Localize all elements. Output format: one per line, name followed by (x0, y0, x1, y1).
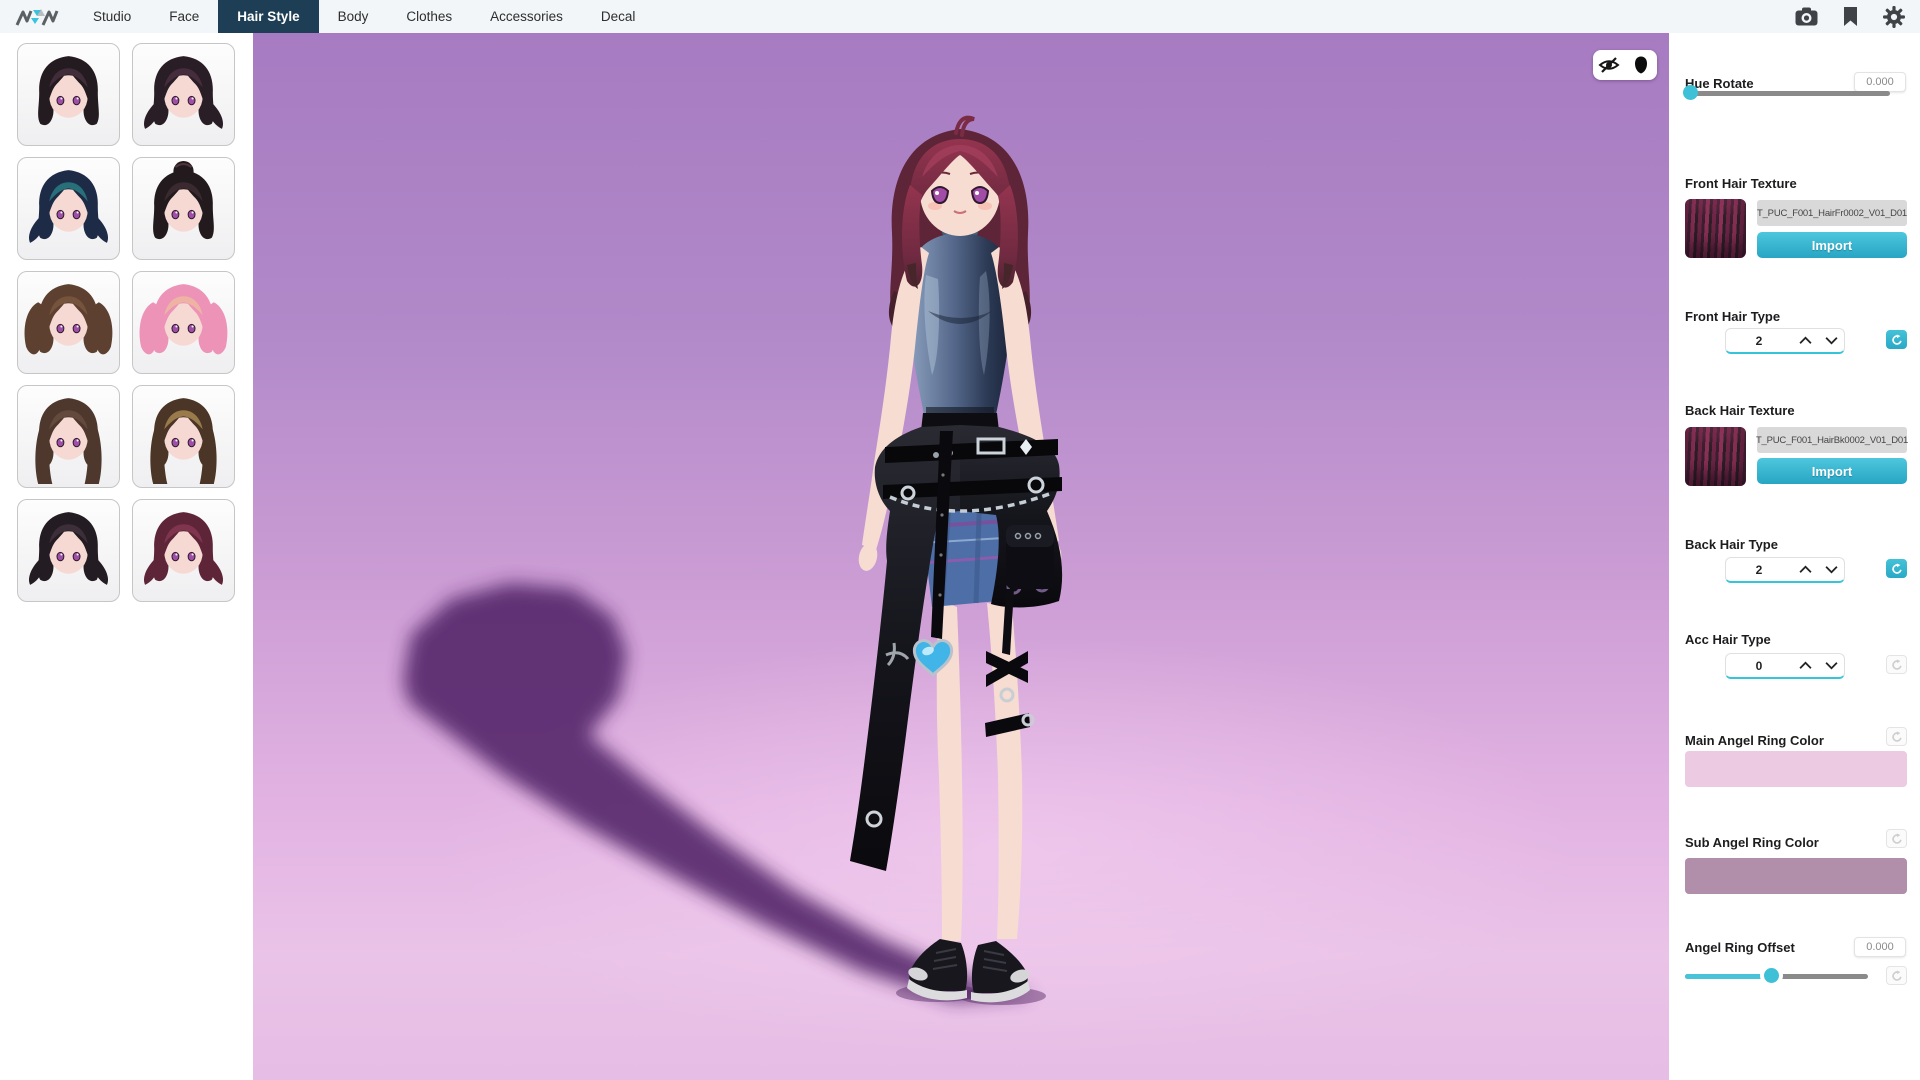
front-hair-import-button[interactable]: Import (1757, 232, 1907, 258)
nav-tab-hair-style[interactable]: Hair Style (218, 0, 318, 33)
hair-style-thumb-black-shag[interactable] (17, 499, 120, 602)
nav-tab-decal[interactable]: Decal (582, 0, 655, 33)
hair-style-thumb-brown-long-straight[interactable] (17, 385, 120, 488)
front-hair-texture-label: Front Hair Texture (1685, 176, 1797, 191)
hair-style-preview (18, 500, 119, 601)
front-hair-texture-thumbnail[interactable] (1685, 199, 1746, 258)
hair-style-thumb-burgundy-shag[interactable] (132, 499, 235, 602)
angel-ring-offset-handle[interactable] (1764, 968, 1779, 983)
hair-style-preview (133, 272, 234, 373)
main-angel-ring-color-label: Main Angel Ring Color (1685, 733, 1824, 748)
hair-style-thumb-teal-iridescent-pixie[interactable] (17, 157, 120, 260)
nav-tab-accessories[interactable]: Accessories (471, 0, 582, 33)
back-hair-import-button[interactable]: Import (1757, 458, 1907, 484)
viewport-toolbar (1593, 50, 1657, 80)
eye-off-icon[interactable] (1598, 54, 1620, 76)
nav-tab-body[interactable]: Body (319, 0, 388, 33)
angel-ring-offset-fill (1685, 974, 1771, 979)
main-angel-ring-color-reset-button[interactable] (1886, 727, 1907, 746)
gear-icon[interactable] (1882, 5, 1906, 29)
msm-logo-icon (14, 4, 60, 30)
sub-angel-ring-color-reset-button[interactable] (1886, 829, 1907, 848)
hue-rotate-handle[interactable] (1683, 85, 1698, 100)
main-angel-ring-color-swatch[interactable] (1685, 751, 1907, 787)
chevron-down-icon[interactable] (1818, 654, 1844, 677)
angel-ring-offset-value[interactable]: 0.000 (1854, 937, 1906, 957)
hair-style-thumb-black-bob[interactable] (17, 43, 120, 146)
back-hair-texture-label: Back Hair Texture (1685, 403, 1795, 418)
front-hair-type-reset-button[interactable] (1886, 330, 1907, 349)
hair-style-preview (18, 272, 119, 373)
character-viewport[interactable] (253, 33, 1669, 1080)
head-silhouette-icon[interactable] (1630, 54, 1652, 76)
hair-style-sidebar (0, 33, 253, 1080)
chevron-down-icon[interactable] (1818, 558, 1844, 581)
hair-style-preview (133, 386, 234, 487)
hair-style-preview (18, 158, 119, 259)
back-hair-type-reset-button[interactable] (1886, 559, 1907, 578)
nav-tab-face[interactable]: Face (150, 0, 218, 33)
hue-rotate-slider[interactable] (1685, 85, 1890, 101)
back-hair-texture-filename[interactable]: T_PUC_F001_HairBk0002_V01_D01 (1757, 427, 1907, 453)
sub-angel-ring-color-swatch[interactable] (1685, 858, 1907, 894)
hair-style-thumb-brown-twintails[interactable] (17, 271, 120, 374)
chevron-up-icon[interactable] (1792, 558, 1818, 581)
nav-tab-clothes[interactable]: Clothes (387, 0, 471, 33)
hair-style-preview (18, 386, 119, 487)
front-hair-type-spinner[interactable]: 2 (1725, 328, 1845, 354)
angel-ring-offset-slider[interactable] (1685, 968, 1868, 984)
chevron-up-icon[interactable] (1792, 329, 1818, 352)
nav-tabs: StudioFaceHair StyleBodyClothesAccessori… (74, 0, 654, 33)
acc-hair-type-label: Acc Hair Type (1685, 632, 1771, 647)
back-hair-type-value[interactable]: 2 (1726, 563, 1792, 577)
character-creator-app: StudioFaceHair StyleBodyClothesAccessori… (0, 0, 1920, 1080)
sub-angel-ring-color-label: Sub Angel Ring Color (1685, 835, 1819, 850)
back-hair-type-spinner[interactable]: 2 (1725, 557, 1845, 583)
bookmark-icon[interactable] (1838, 5, 1862, 29)
top-nav: StudioFaceHair StyleBodyClothesAccessori… (0, 0, 1920, 33)
hair-style-thumb-blonde-ombre-long[interactable] (132, 385, 235, 488)
acc-hair-type-value[interactable]: 0 (1726, 659, 1792, 673)
angel-ring-offset-label: Angel Ring Offset (1685, 940, 1795, 955)
hair-style-preview (133, 44, 234, 145)
nav-tab-studio[interactable]: Studio (74, 0, 150, 33)
back-hair-type-label: Back Hair Type (1685, 537, 1778, 552)
hair-style-preview (133, 500, 234, 601)
hair-style-preview (133, 158, 234, 259)
hair-style-list (17, 43, 253, 602)
front-hair-type-label: Front Hair Type (1685, 309, 1780, 324)
character-render (790, 95, 1130, 1025)
hair-style-preview (18, 44, 119, 145)
hair-style-thumb-dark-pixie[interactable] (132, 43, 235, 146)
character-torso (906, 217, 1014, 419)
front-hair-texture-filename[interactable]: T_PUC_F001_HairFr0002_V01_D01 (1757, 200, 1907, 226)
nav-actions (1794, 0, 1920, 33)
hair-style-thumb-black-bun-updo[interactable] (132, 157, 235, 260)
acc-hair-type-spinner[interactable]: 0 (1725, 653, 1845, 679)
hue-rotate-track[interactable] (1685, 91, 1890, 96)
angel-ring-offset-reset-button[interactable] (1886, 966, 1907, 985)
acc-hair-type-reset-button[interactable] (1886, 655, 1907, 674)
hair-settings-panel: Hue Rotate 0.000 Front Hair Texture T_PU… (1669, 33, 1920, 1080)
msm-logo (0, 0, 74, 33)
hair-style-thumb-pink-twintails[interactable] (132, 271, 235, 374)
chevron-down-icon[interactable] (1818, 329, 1844, 352)
camera-icon[interactable] (1794, 5, 1818, 29)
chevron-up-icon[interactable] (1792, 654, 1818, 677)
back-hair-texture-thumbnail[interactable] (1685, 427, 1746, 486)
character-sneakers (896, 939, 1046, 1005)
front-hair-type-value[interactable]: 2 (1726, 334, 1792, 348)
